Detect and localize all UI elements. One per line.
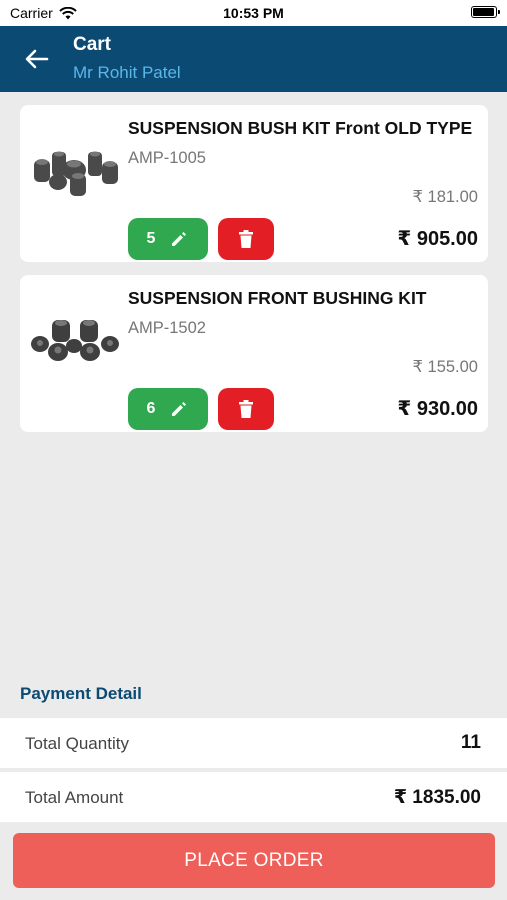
total-quantity-value: 11	[460, 732, 481, 753]
unit-price: ₹ 181.00	[412, 188, 478, 206]
pencil-icon	[172, 232, 187, 246]
total-amount-label: Total Amount	[25, 788, 124, 807]
product-image	[31, 320, 119, 361]
total-quantity-label: Total Quantity	[25, 734, 129, 753]
trash-icon	[239, 400, 253, 418]
delete-item-button[interactable]	[218, 388, 274, 430]
page-title: Cart	[73, 34, 112, 55]
battery-icon	[471, 6, 500, 18]
back-button[interactable]	[22, 46, 52, 72]
app-header: Cart Mr Rohit Patel	[0, 26, 507, 92]
place-order-button[interactable]: PLACE ORDER	[13, 833, 495, 888]
edit-quantity-button[interactable]: 5	[128, 218, 208, 260]
back-arrow-icon	[25, 49, 49, 69]
cart-item: SUSPENSION BUSH KIT Front OLD TYPE AMP-1…	[20, 105, 488, 262]
customer-name: Mr Rohit Patel	[73, 63, 181, 82]
total-amount-row: Total Amount ₹ 1835.00	[0, 772, 507, 822]
status-time: 10:53 PM	[223, 5, 284, 21]
quantity-value: 6	[146, 400, 156, 417]
edit-quantity-button[interactable]: 6	[128, 388, 208, 430]
product-name: SUSPENSION BUSH KIT Front OLD TYPE	[128, 118, 473, 138]
total-amount-value: ₹ 1835.00	[393, 787, 481, 808]
unit-price: ₹ 155.00	[412, 358, 478, 376]
line-total: ₹ 905.00	[397, 228, 478, 250]
pencil-icon	[172, 402, 187, 416]
payment-detail-title: Payment Detail	[20, 684, 142, 703]
trash-icon	[239, 230, 253, 248]
product-code: AMP-1502	[128, 319, 206, 337]
product-image	[34, 151, 118, 196]
total-quantity-row: Total Quantity 11	[0, 718, 507, 768]
product-name: SUSPENSION FRONT BUSHING KIT	[128, 288, 427, 308]
cart-item: SUSPENSION FRONT BUSHING KIT AMP-1502 ₹ …	[20, 275, 488, 432]
product-code: AMP-1005	[128, 149, 206, 167]
line-total: ₹ 930.00	[397, 398, 478, 420]
status-bar: Carrier 10:53 PM	[0, 0, 507, 26]
quantity-value: 5	[146, 230, 156, 247]
delete-item-button[interactable]	[218, 218, 274, 260]
